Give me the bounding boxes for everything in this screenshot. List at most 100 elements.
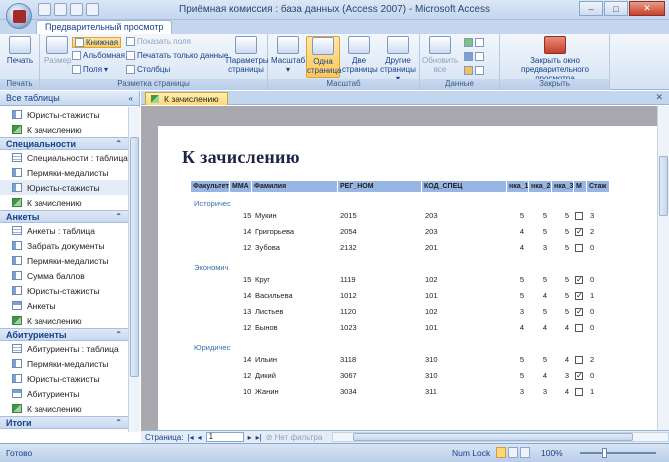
nav-section-title: Абитуриенты <box>6 329 67 340</box>
medal-checkbox <box>575 324 583 332</box>
more-pages-button[interactable]: Другиестраницы ▾ <box>378 36 418 83</box>
office-button[interactable] <box>6 3 32 29</box>
zoom-slider-knob[interactable] <box>602 448 607 458</box>
medal-checkbox: ✓ <box>575 275 583 284</box>
print-button[interactable]: Печать <box>6 36 34 65</box>
status-numlock: Num Lock <box>452 448 491 458</box>
collapse-section-icon[interactable]: ⌃ <box>115 212 122 221</box>
nav-item[interactable]: Юристы-стажисты <box>0 371 128 386</box>
cell-code: 310 <box>425 371 438 380</box>
nav-scrollbar[interactable] <box>128 107 140 432</box>
nav-item[interactable]: Сумма баллов <box>0 268 128 283</box>
medal-checkbox: ✓ <box>575 371 583 380</box>
nav-item[interactable]: Забрать документы <box>0 238 128 253</box>
nav-item[interactable]: К зачислению <box>0 313 128 328</box>
horizontal-scrollbar[interactable] <box>332 432 669 442</box>
prev-page-button[interactable]: ◂ <box>198 433 202 442</box>
layout-view-icon[interactable] <box>520 447 530 458</box>
refresh-all-button[interactable]: Обновить все <box>422 36 458 74</box>
nav-item-label: Юристы-стажисты <box>27 182 100 193</box>
zoom-slider[interactable] <box>580 448 656 458</box>
columns-button[interactable]: Столбцы <box>126 65 170 74</box>
nav-item[interactable]: Пермяки-медалисты <box>0 165 128 180</box>
two-pages-button[interactable]: Две страницы <box>342 36 378 74</box>
nav-item[interactable]: К зачислению <box>0 401 128 416</box>
zoom-level[interactable]: 100% <box>541 448 563 458</box>
close-window-button[interactable]: ✕ <box>629 1 665 16</box>
nav-item[interactable]: Анкеты <box>0 298 128 313</box>
page-number-field[interactable]: 1 <box>205 432 244 442</box>
print-preview-view-icon[interactable] <box>496 447 506 458</box>
navigation-pane: Все таблицы « Юристы-стажисты К зачислению… <box>0 91 140 432</box>
cell-o3: 5 <box>564 291 569 300</box>
nav-item[interactable]: К зачислению <box>0 195 128 210</box>
table-row: 10 Жанин 3034 311 3 3 4 1 <box>158 387 657 399</box>
minimize-button[interactable]: – <box>579 1 603 16</box>
preview-scroll-thumb[interactable] <box>659 156 668 216</box>
nav-item-label: Юристы-стажисты <box>27 285 100 296</box>
first-page-button[interactable]: |◂ <box>187 433 193 442</box>
window-title: Приёмная комиссия : база данных (Access … <box>179 4 490 15</box>
nav-item[interactable]: Юристы-стажисты <box>0 107 128 122</box>
last-page-button[interactable]: ▸| <box>256 433 262 442</box>
nav-section-header[interactable]: Анкеты ⌃ <box>0 210 128 223</box>
cell-mma: 14 <box>243 355 252 364</box>
close-preview-button[interactable]: Закрыть окнопредварительного просмотра <box>502 36 608 83</box>
nav-item[interactable]: Абитуриенты : таблица <box>0 341 128 356</box>
print-data-only-checkbox[interactable]: Печатать только данные <box>126 51 228 60</box>
cell-name: Зубова <box>255 243 280 252</box>
portrait-button[interactable]: Книжная <box>72 37 122 48</box>
cell-reg: 2054 <box>340 227 357 236</box>
cell-reg: 1119 <box>340 275 356 284</box>
horizontal-scroll-thumb[interactable] <box>353 433 634 441</box>
filter-indicator[interactable]: ⊘ Нет фильтра <box>266 433 323 442</box>
size-button[interactable]: Размер <box>44 36 72 65</box>
nav-pane-header[interactable]: Все таблицы « <box>0 91 139 106</box>
report-page: К зачислению Факультет ММА Фамилия РЕГ_НОМ К… <box>158 126 657 430</box>
landscape-button[interactable]: Альбомная <box>72 51 125 60</box>
nav-item[interactable]: Юристы-стажисты <box>0 283 128 298</box>
report-icon <box>12 316 22 325</box>
cell-name: Круг <box>255 275 270 284</box>
nav-item[interactable]: Пермяки-медалисты <box>0 356 128 371</box>
cell-mma: 12 <box>243 323 252 332</box>
nav-item[interactable]: Анкеты : таблица <box>0 223 128 238</box>
group-label: Экономич <box>194 263 229 272</box>
collapse-section-icon[interactable]: ⌃ <box>115 418 122 427</box>
nav-item[interactable]: Абитуриенты <box>0 386 128 401</box>
tab-report[interactable]: К зачислению <box>145 92 228 105</box>
cell-o3: 5 <box>564 243 569 252</box>
export-excel-button[interactable] <box>464 38 484 47</box>
nav-section-header[interactable]: Абитуриенты ⌃ <box>0 328 128 341</box>
preview-scrollbar[interactable] <box>657 106 669 430</box>
close-document-icon[interactable]: ✕ <box>655 92 663 103</box>
collapse-section-icon[interactable]: ⌃ <box>115 139 122 148</box>
page-setup-button[interactable]: Параметры страницы <box>226 36 269 74</box>
collapse-section-icon[interactable]: ⌃ <box>115 330 122 339</box>
nav-item[interactable]: К зачислению <box>0 122 128 137</box>
nav-section-header[interactable]: Итоги ⌃ <box>0 416 128 429</box>
collapse-nav-icon[interactable]: « <box>129 94 133 103</box>
nav-item[interactable]: Пермяки-медалисты <box>0 253 128 268</box>
nav-section-header[interactable]: Специальности ⌃ <box>0 137 128 150</box>
zoom-button[interactable]: Масштаб ▾ <box>271 36 305 74</box>
nav-scroll-thumb[interactable] <box>130 137 139 377</box>
cell-code: 201 <box>425 243 438 252</box>
nav-item-label: К зачислению <box>27 124 82 135</box>
margins-button[interactable]: Поля ▾ <box>72 65 108 74</box>
tab-print-preview[interactable]: Предварительный просмотр <box>36 20 173 34</box>
nav-item[interactable]: Юристы-стажисты <box>0 180 128 195</box>
report-view-icon[interactable] <box>508 447 518 458</box>
export-more-button[interactable] <box>464 66 484 75</box>
nav-item[interactable]: Специальности : таблица <box>0 150 128 165</box>
nav-item[interactable]: Итоги : таблица <box>0 429 128 433</box>
one-page-button[interactable]: Одна страница <box>306 36 341 78</box>
cell-stazh: 1 <box>590 291 595 300</box>
export-word-button[interactable] <box>464 52 484 61</box>
nav-item-label: К зачислению <box>27 403 82 414</box>
show-margins-checkbox[interactable]: Показать поля <box>126 37 191 46</box>
maximize-button[interactable]: □ <box>604 1 628 16</box>
next-page-button[interactable]: ▸ <box>248 433 252 442</box>
page-setup-icon <box>235 36 257 54</box>
cell-reg: 1120 <box>340 307 357 316</box>
